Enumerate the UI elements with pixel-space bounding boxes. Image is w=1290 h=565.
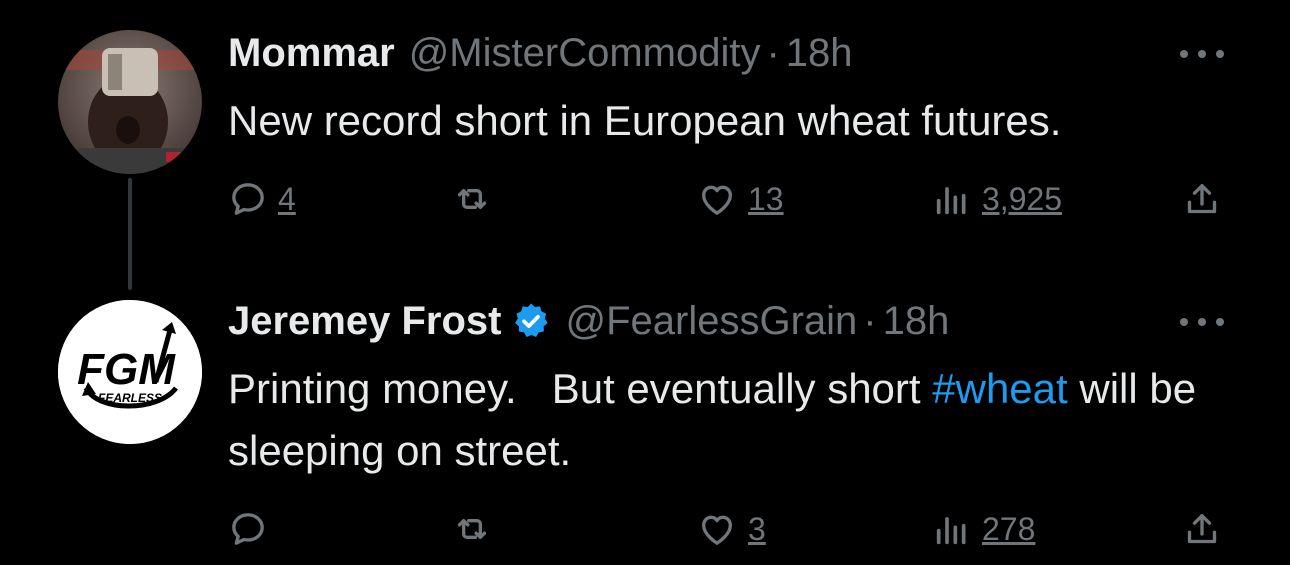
more-icon[interactable]	[1180, 47, 1224, 61]
tweet-2[interactable]: FGM FEARLESS Jeremey Frost @FearlessGrai…	[0, 270, 1290, 565]
avatar-fearless-grain[interactable]: FGM FEARLESS	[58, 300, 202, 444]
views-count: 3,925	[982, 180, 1063, 217]
share-icon	[1187, 184, 1217, 214]
like-count: 3	[748, 510, 766, 547]
like-count: 13	[748, 180, 784, 217]
author-name[interactable]: Mommar	[228, 31, 395, 76]
tweet-header: Jeremey Frost @FearlessGrain · 18h	[228, 296, 949, 346]
separator-dot: ·	[863, 298, 877, 343]
retweet-button[interactable]	[452, 174, 492, 224]
reply-icon	[232, 513, 264, 545]
views-count: 278	[982, 510, 1036, 547]
reply-icon	[232, 183, 264, 215]
retweet-icon	[457, 519, 487, 539]
timestamp[interactable]: 18h	[883, 299, 950, 344]
timestamp[interactable]: 18h	[786, 31, 853, 76]
fgm-logo-icon: FGM FEARLESS	[58, 300, 202, 444]
svg-text:FEARLESS: FEARLESS	[98, 391, 162, 405]
author-name[interactable]: Jeremey Frost	[228, 299, 501, 344]
action-bar: 4 13 3,925	[0, 174, 1290, 224]
verified-badge-icon[interactable]	[511, 301, 551, 341]
avatar-mommar[interactable]	[58, 30, 202, 174]
like-icon	[702, 185, 732, 215]
views-icon	[936, 517, 966, 545]
like-button[interactable]: 3	[696, 504, 766, 554]
like-icon	[702, 515, 732, 545]
reply-button[interactable]: 4	[228, 174, 296, 224]
reply-count: 4	[278, 180, 296, 217]
avatar-photo	[58, 30, 202, 174]
retweet-button[interactable]	[452, 504, 492, 554]
tweet-text: New record short in European wheat futur…	[228, 97, 1062, 144]
tweet-text: Printing money. But eventually short #wh…	[228, 358, 1238, 482]
share-button[interactable]	[1182, 174, 1222, 224]
retweet-icon	[457, 189, 487, 209]
share-icon	[1187, 514, 1217, 544]
share-button[interactable]	[1182, 504, 1222, 554]
hashtag-link[interactable]: #wheat	[932, 365, 1067, 412]
author-handle[interactable]: @MisterCommodity	[409, 31, 761, 76]
author-handle[interactable]: @FearlessGrain	[565, 299, 857, 344]
views-button[interactable]: 278	[932, 504, 1035, 554]
tweet-1[interactable]: Mommar @MisterCommodity · 18h New record…	[0, 0, 1290, 290]
reply-button[interactable]	[228, 504, 278, 554]
action-bar: 3 278	[0, 504, 1290, 554]
views-button[interactable]: 3,925	[932, 174, 1062, 224]
tweet-text-part: Printing money. But eventually short	[228, 365, 933, 412]
views-icon	[936, 187, 966, 215]
like-button[interactable]: 13	[696, 174, 784, 224]
more-icon[interactable]	[1180, 315, 1224, 329]
separator-dot: ·	[766, 30, 780, 75]
tweet-header: Mommar @MisterCommodity · 18h	[228, 28, 853, 78]
